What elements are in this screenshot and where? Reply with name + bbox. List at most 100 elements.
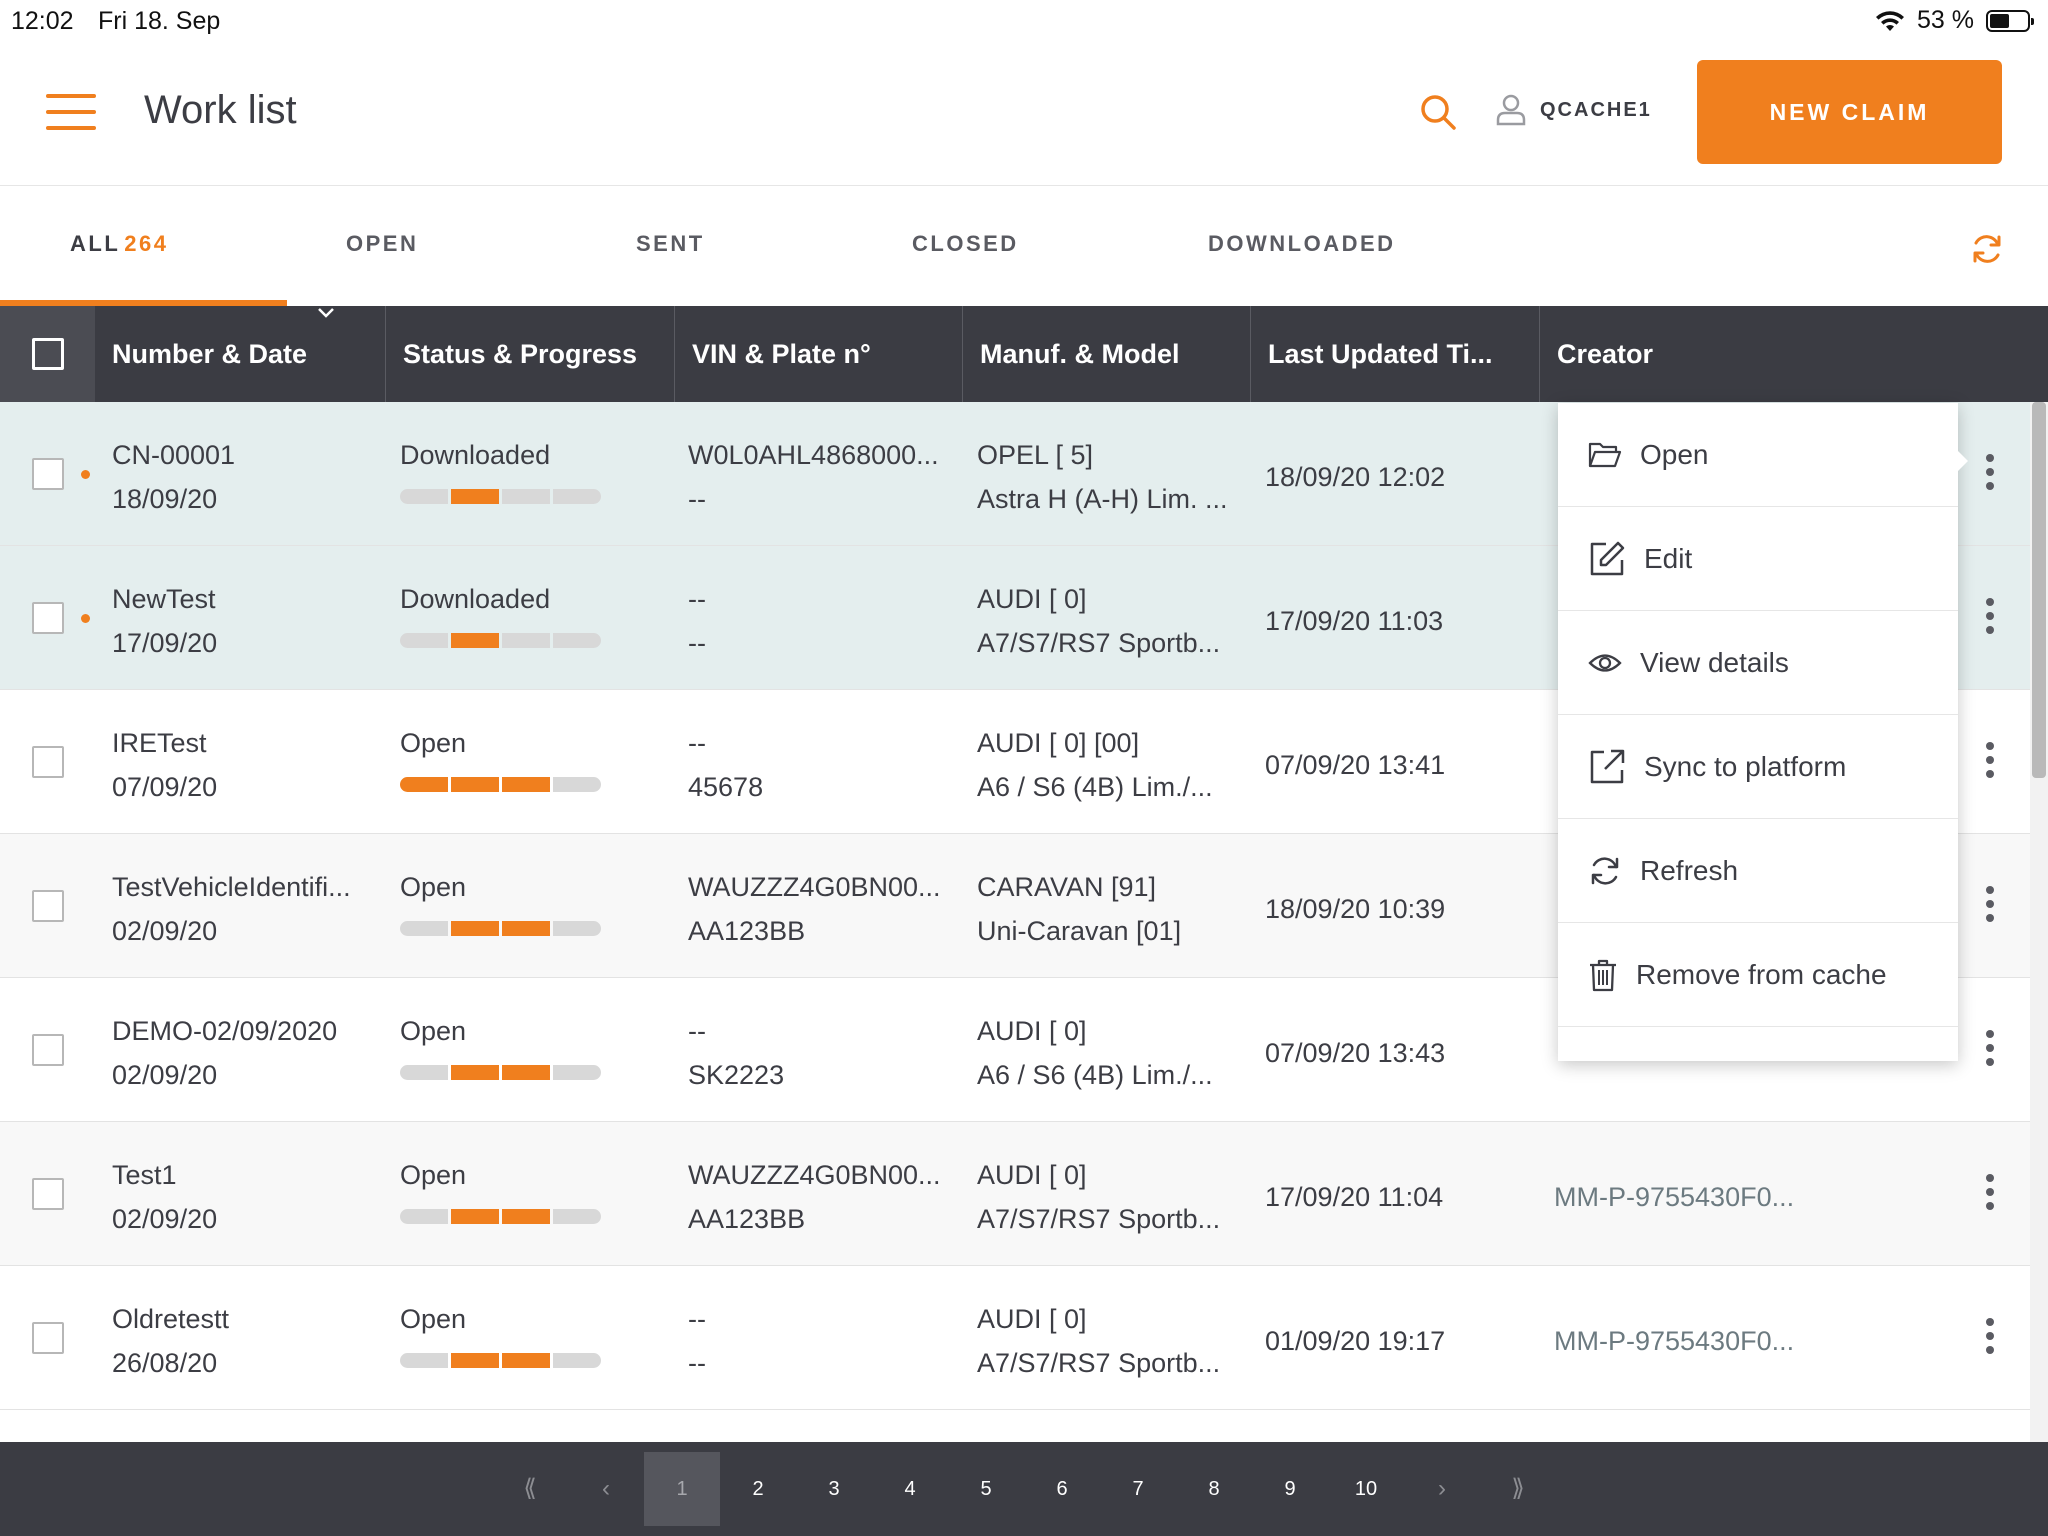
claim-date: 02/09/20 — [112, 1204, 218, 1234]
claim-number: CN-00001 — [112, 440, 236, 470]
vin: W0L0AHL4868000... — [688, 440, 939, 470]
page-button-6[interactable]: 6 — [1024, 1452, 1100, 1526]
model: A7/S7/RS7 Sportb... — [977, 628, 1221, 658]
last-updated: 17/09/20 11:03 — [1265, 606, 1444, 636]
menu-item-refresh[interactable]: Refresh — [1558, 819, 1958, 923]
cell-number-date: Test1 02/09/20 — [112, 1153, 367, 1241]
row-checkbox[interactable] — [32, 1178, 64, 1210]
sort-chevron-down-icon[interactable] — [316, 306, 336, 320]
sync-icon[interactable] — [1970, 232, 2004, 266]
progress-bar — [400, 489, 660, 504]
tab-closed[interactable]: CLOSED — [912, 186, 1019, 306]
column-manuf-model[interactable]: Manuf. & Model — [962, 306, 1250, 402]
last-updated: 01/09/20 19:17 — [1265, 1326, 1446, 1356]
search-icon[interactable] — [1418, 92, 1458, 132]
row-checkbox[interactable] — [32, 1322, 64, 1354]
cell-status: Open — [400, 1153, 660, 1224]
page-button-5[interactable]: 5 — [948, 1452, 1024, 1526]
menu-item-view-details-label: View details — [1640, 646, 1789, 678]
external-link-icon — [1590, 749, 1625, 783]
more-options-icon[interactable] — [1982, 598, 1998, 638]
page-button-9[interactable]: 9 — [1252, 1452, 1328, 1526]
page-button-2[interactable]: 2 — [720, 1452, 796, 1526]
menu-icon[interactable] — [46, 94, 96, 130]
claim-number: Oldretestt — [112, 1304, 230, 1334]
model: Astra H (A-H) Lim. ... — [977, 484, 1228, 514]
cell-status: Open — [400, 1297, 660, 1368]
tab-all[interactable]: ALL 264 — [70, 186, 168, 306]
page-button-8[interactable]: 8 — [1176, 1452, 1252, 1526]
row-checkbox[interactable] — [32, 890, 64, 922]
claim-date: 17/09/20 — [112, 628, 218, 658]
more-options-icon[interactable] — [1982, 1318, 1998, 1358]
column-status-progress[interactable]: Status & Progress — [385, 306, 674, 402]
plate: SK2223 — [688, 1060, 785, 1090]
vin: -- — [688, 1016, 706, 1046]
progress-bar — [400, 777, 660, 792]
menu-item-sync-to-platform[interactable]: Sync to platform — [1558, 715, 1958, 819]
progress-bar — [400, 633, 660, 648]
status-bar: 12:02 Fri 18. Sep 53 % — [0, 0, 2048, 40]
plate: 45678 — [688, 772, 764, 802]
more-options-icon[interactable] — [1982, 454, 1998, 494]
menu-item-view-details[interactable]: View details — [1558, 611, 1958, 715]
more-options-icon[interactable] — [1982, 742, 1998, 782]
row-checkbox[interactable] — [32, 602, 64, 634]
page-button-3[interactable]: 3 — [796, 1452, 872, 1526]
page-button-10[interactable]: 10 — [1328, 1452, 1404, 1526]
menu-item-remove-from-cache[interactable]: Remove from cache — [1558, 923, 1958, 1027]
cell-vin-plate: WAUZZZ4G0BN00... AA123BB — [688, 865, 943, 953]
first-page-button[interactable]: ⟪ — [492, 1452, 568, 1526]
cell-status: Open — [400, 1009, 660, 1080]
cell-vin-plate: -- -- — [688, 1297, 943, 1385]
last-page-button[interactable]: ⟫ — [1480, 1452, 1556, 1526]
progress-bar — [400, 1209, 660, 1224]
page-button-1[interactable]: 1 — [644, 1452, 720, 1526]
tab-downloaded[interactable]: DOWNLOADED — [1208, 186, 1396, 306]
row-checkbox[interactable] — [32, 746, 64, 778]
more-options-icon[interactable] — [1982, 1174, 1998, 1214]
row-checkbox[interactable] — [32, 1034, 64, 1066]
cell-manuf-model: OPEL [ 5] Astra H (A-H) Lim. ... — [977, 433, 1232, 521]
tab-sent[interactable]: SENT — [636, 186, 705, 306]
row-checkbox[interactable] — [32, 458, 64, 490]
more-options-icon[interactable] — [1982, 1030, 1998, 1070]
table-row[interactable]: Test1 02/09/20 Open WAUZZZ4G0BN00... AA123BB… — [0, 1122, 2030, 1266]
cell-manuf-model: CARAVAN [91] Uni-Caravan [01] — [977, 865, 1232, 953]
table-row[interactable]: Oldretestt 26/08/20 Open -- -- AUDI [ 0] A7/S7… — [0, 1266, 2030, 1410]
prev-page-button[interactable]: ‹ — [568, 1452, 644, 1526]
column-last-updated[interactable]: Last Updated Ti... — [1250, 306, 1539, 402]
table-header: Number & Date Status & Progress VIN & Pl… — [0, 306, 2048, 402]
vin: -- — [688, 1304, 706, 1334]
menu-item-sync-label: Sync to platform — [1644, 750, 1847, 782]
column-vin-plate[interactable]: VIN & Plate n° — [674, 306, 962, 402]
menu-item-open[interactable]: Open — [1558, 403, 1958, 507]
cell-vin-plate: WAUZZZ4G0BN00... AA123BB — [688, 1153, 943, 1241]
menu-item-edit-label: Edit — [1644, 542, 1693, 574]
menu-item-edit[interactable]: Edit — [1558, 507, 1958, 611]
last-updated: 07/09/20 13:43 — [1265, 1038, 1446, 1068]
creator: MM-P-9755430F0... — [1554, 1182, 1795, 1212]
battery-percent: 53 % — [1917, 6, 1974, 34]
select-all-cell — [0, 306, 95, 402]
folder-open-icon — [1588, 442, 1622, 467]
column-number-date[interactable]: Number & Date — [95, 306, 385, 402]
more-options-icon[interactable] — [1982, 886, 1998, 926]
page-title: Work list — [144, 88, 297, 132]
cell-vin-plate: -- -- — [688, 577, 943, 665]
cell-vin-plate: W0L0AHL4868000... -- — [688, 433, 943, 521]
page-button-4[interactable]: 4 — [872, 1452, 948, 1526]
plate: -- — [688, 484, 706, 514]
cell-number-date: IRETest 07/09/20 — [112, 721, 367, 809]
new-claim-button[interactable]: NEW CLAIM — [1697, 60, 2002, 164]
next-page-button[interactable]: › — [1404, 1452, 1480, 1526]
cell-number-date: DEMO-02/09/2020 02/09/20 — [112, 1009, 367, 1097]
select-all-checkbox[interactable] — [32, 338, 64, 370]
page-button-7[interactable]: 7 — [1100, 1452, 1176, 1526]
tab-open[interactable]: OPEN — [346, 186, 418, 306]
scrollbar-thumb[interactable] — [2032, 402, 2046, 778]
column-creator[interactable]: Creator — [1539, 306, 1839, 402]
edit-icon — [1590, 541, 1625, 575]
user-account[interactable]: QCACHE1 — [1496, 94, 1652, 126]
cell-manuf-model: AUDI [ 0] A7/S7/RS7 Sportb... — [977, 1153, 1232, 1241]
